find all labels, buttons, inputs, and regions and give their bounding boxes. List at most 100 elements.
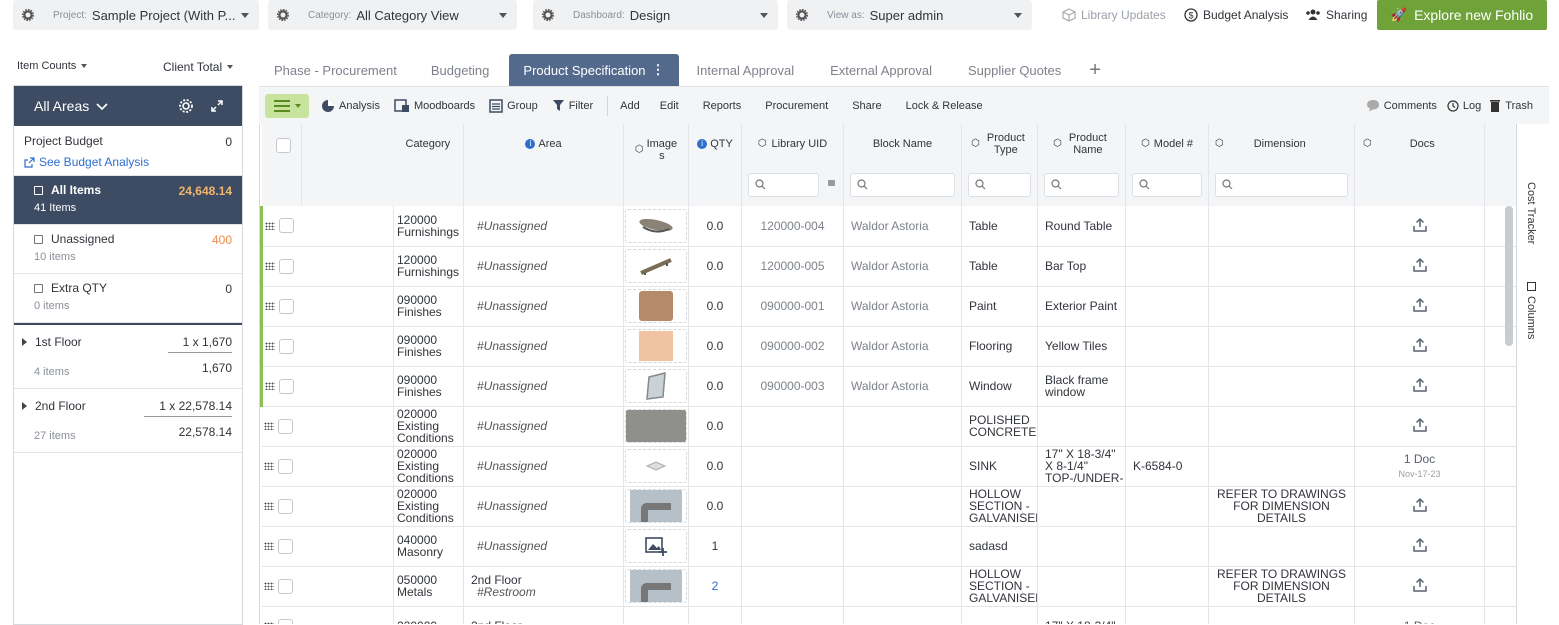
- dimension-cell[interactable]: [1208, 246, 1355, 287]
- block-cell[interactable]: [843, 486, 962, 527]
- category-cell[interactable]: 090000 Finishes: [393, 326, 464, 367]
- docs-cell[interactable]: [1354, 526, 1485, 567]
- notes-cell[interactable]: [1484, 526, 1516, 567]
- group-button[interactable]: Group: [489, 98, 538, 113]
- area-cell[interactable]: 2nd Floor #Restroom: [463, 566, 624, 607]
- add-button[interactable]: Add: [620, 100, 640, 112]
- row-checkbox[interactable]: [279, 258, 294, 274]
- col-qty[interactable]: i QTY: [688, 124, 742, 206]
- product-thumbnail[interactable]: [625, 369, 687, 403]
- product-thumbnail[interactable]: [625, 289, 687, 323]
- sharing-link[interactable]: Sharing: [1305, 0, 1367, 30]
- qty-cell[interactable]: 0.0: [688, 246, 742, 287]
- item-counts-dropdown[interactable]: Item Counts: [17, 60, 88, 72]
- category-selector[interactable]: Category: All Category View: [268, 0, 517, 30]
- select-all-checkbox[interactable]: [275, 138, 291, 153]
- area-cell[interactable]: #Unassigned: [463, 526, 624, 567]
- area-cell[interactable]: #Unassigned: [463, 406, 624, 447]
- block-cell[interactable]: [843, 566, 962, 607]
- upload-icon[interactable]: [1412, 537, 1428, 556]
- product-type-search[interactable]: [968, 173, 1031, 197]
- category-cell[interactable]: 020000 Existing Conditions: [393, 446, 464, 487]
- col-category[interactable]: Category: [393, 124, 464, 206]
- docs-cell[interactable]: [1354, 366, 1485, 407]
- upload-icon[interactable]: [1412, 257, 1428, 276]
- qty-cell[interactable]: 2: [688, 566, 742, 607]
- gear-icon[interactable]: [178, 98, 194, 114]
- product-name-cell[interactable]: Bar Top: [1037, 246, 1126, 287]
- product-type-cell[interactable]: sadasd: [961, 526, 1038, 567]
- table-row[interactable]: 020000 Existing Conditions #Unassigned 0.0…: [261, 486, 1516, 527]
- drag-handle-icon[interactable]: [263, 462, 274, 470]
- image-cell[interactable]: [623, 406, 689, 447]
- product-thumbnail[interactable]: [625, 329, 687, 363]
- product-name-search[interactable]: [1044, 173, 1119, 197]
- product-thumbnail[interactable]: [625, 489, 687, 523]
- see-budget-link[interactable]: See Budget Analysis: [24, 155, 232, 169]
- product-type-cell[interactable]: POLISHED CONCRETE: [961, 406, 1038, 447]
- docs-cell[interactable]: [1354, 406, 1485, 447]
- dimension-cell[interactable]: [1208, 526, 1355, 567]
- model-search[interactable]: [1132, 173, 1202, 197]
- product-name-cell[interactable]: Exterior Paint: [1037, 286, 1126, 327]
- image-cell[interactable]: [623, 206, 689, 247]
- floor-row-2nd[interactable]: 2nd Floor 1 x 22,578.14 22,578.14 27 ite…: [14, 389, 242, 453]
- docs-cell[interactable]: [1354, 486, 1485, 527]
- product-name-cell[interactable]: 17" X 18-3/4": [1037, 606, 1126, 624]
- category-cell[interactable]: 120000 Furnishings: [393, 246, 464, 287]
- area-cell[interactable]: #Unassigned: [463, 206, 624, 247]
- col-product-type[interactable]: ⬡ Product Type: [961, 124, 1038, 206]
- row-checkbox[interactable]: [277, 418, 293, 434]
- tab-internal-approval[interactable]: Internal Approval: [679, 54, 813, 86]
- notes-cell[interactable]: [1484, 566, 1516, 607]
- qty-cell[interactable]: 0.0: [688, 206, 742, 247]
- tab-external-approval[interactable]: External Approval: [812, 54, 950, 86]
- col-model[interactable]: ⬡ Model #: [1125, 124, 1209, 206]
- log-button[interactable]: Log: [1447, 100, 1481, 112]
- notes-cell[interactable]: [1484, 486, 1516, 527]
- vertical-scrollbar[interactable]: [1505, 206, 1513, 346]
- block-cell[interactable]: Waldor Astoria: [843, 246, 962, 287]
- drag-handle-icon[interactable]: [265, 382, 275, 390]
- area-cell[interactable]: 2nd Floor: [463, 606, 624, 624]
- all-items-row[interactable]: All Items 41 Items 24,648.14: [14, 176, 242, 225]
- col-images[interactable]: ⬡ Image s: [623, 124, 689, 206]
- drag-handle-icon[interactable]: [263, 622, 274, 624]
- area-cell[interactable]: #Unassigned: [463, 366, 624, 407]
- floor-row-1st[interactable]: 1st Floor 1 x 1,670 1,670 4 items: [14, 325, 242, 389]
- area-cell[interactable]: #Unassigned: [463, 446, 624, 487]
- row-checkbox[interactable]: [277, 578, 293, 594]
- table-row[interactable]: 090000 Finishes #Unassigned 0.0 090000-002 W…: [260, 326, 1516, 367]
- product-type-cell[interactable]: HOLLOW SECTION - GALVANISED: [961, 566, 1038, 607]
- image-cell[interactable]: [623, 526, 689, 567]
- product-type-cell[interactable]: Table: [961, 206, 1038, 247]
- row-checkbox[interactable]: [279, 298, 294, 314]
- docs-cell[interactable]: [1354, 566, 1485, 607]
- image-cell[interactable]: [623, 566, 689, 607]
- qty-cell[interactable]: 0.0: [688, 486, 742, 527]
- library-updates-link[interactable]: Library Updates: [1062, 0, 1166, 30]
- share-button[interactable]: Share: [852, 100, 881, 112]
- block-cell[interactable]: Waldor Astoria: [843, 206, 962, 247]
- product-thumbnail[interactable]: [625, 208, 687, 243]
- dimension-cell[interactable]: [1208, 406, 1355, 447]
- product-type-cell[interactable]: Paint: [961, 286, 1038, 327]
- table-row[interactable]: 090000 Finishes #Unassigned 0.0 090000-003 W…: [260, 366, 1516, 407]
- menu-button[interactable]: [265, 93, 309, 118]
- product-name-cell[interactable]: [1037, 566, 1126, 607]
- filter-button[interactable]: Filter: [552, 99, 593, 112]
- drag-handle-icon[interactable]: [263, 582, 274, 590]
- category-cell[interactable]: 090000 Finishes: [393, 366, 464, 407]
- product-name-cell[interactable]: Round Table: [1037, 206, 1126, 247]
- drag-handle-icon[interactable]: [263, 542, 274, 550]
- analysis-button[interactable]: Analysis: [321, 99, 380, 113]
- more-vertical-icon[interactable]: ⋮: [652, 62, 665, 78]
- tab-supplier-quotes[interactable]: Supplier Quotes: [950, 54, 1079, 86]
- lock-release-button[interactable]: Lock & Release: [906, 100, 983, 112]
- block-cell[interactable]: Waldor Astoria: [843, 366, 962, 407]
- dimension-cell[interactable]: [1208, 366, 1355, 407]
- upload-icon[interactable]: [1412, 497, 1428, 516]
- table-row[interactable]: 120000 Furnishings #Unassigned 0.0 120000-0…: [260, 246, 1516, 287]
- block-cell[interactable]: Waldor Astoria: [843, 326, 962, 367]
- product-name-cell[interactable]: 17" X 18-3/4" X 8-1/4" TOP-/UNDER-: [1037, 446, 1126, 487]
